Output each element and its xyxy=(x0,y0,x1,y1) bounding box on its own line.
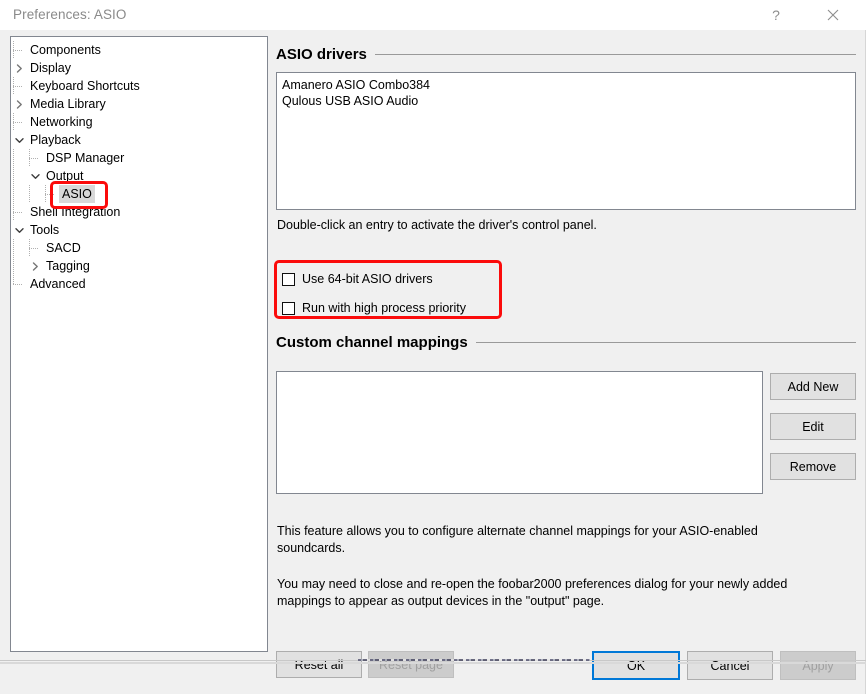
sidebar-item-label: Networking xyxy=(27,113,96,131)
sidebar-item-label: Keyboard Shortcuts xyxy=(27,77,143,95)
window-title: Preferences: ASIO xyxy=(13,7,127,22)
run-high-priority-checkbox-row[interactable]: Run with high process priority xyxy=(282,299,466,317)
use-64bit-asio-drivers-label: Use 64-bit ASIO drivers xyxy=(302,272,433,286)
run-high-priority-label: Run with high process priority xyxy=(302,301,466,315)
sidebar-item-networking[interactable]: Networking xyxy=(11,113,267,131)
asio-drivers-title: ASIO drivers xyxy=(276,46,375,63)
sidebar-item-label: Playback xyxy=(27,131,84,149)
chevron-right-icon[interactable] xyxy=(27,257,43,275)
group-divider-line xyxy=(476,342,856,343)
tree-node-connector-icon xyxy=(27,239,43,257)
sidebar-item-label: DSP Manager xyxy=(43,149,127,167)
tree-indent-guide xyxy=(11,257,27,275)
background-window-artifact xyxy=(0,659,866,664)
tree-node-connector-icon xyxy=(11,41,27,59)
chevron-down-icon[interactable] xyxy=(27,167,43,185)
custom-channel-mappings-group-header: Custom channel mappings xyxy=(276,332,856,352)
sidebar-item-media-library[interactable]: Media Library xyxy=(11,95,267,113)
preferences-category-tree[interactable]: ComponentsDisplayKeyboard ShortcutsMedia… xyxy=(10,36,268,652)
apply-button: Apply xyxy=(780,651,856,680)
asio-driver-list-item[interactable]: Qulous USB ASIO Audio xyxy=(277,93,855,109)
custom-channel-mappings-list[interactable] xyxy=(276,371,763,494)
reset-all-button[interactable]: Reset all xyxy=(276,651,362,678)
tree-indent-guide xyxy=(11,149,27,167)
asio-drivers-hint-text: Double-click an entry to activate the dr… xyxy=(277,217,837,234)
sidebar-item-keyboard-shortcuts[interactable]: Keyboard Shortcuts xyxy=(11,77,267,95)
sidebar-item-label: Components xyxy=(27,41,104,59)
sidebar-item-label: Shell Integration xyxy=(27,203,123,221)
sidebar-item-label: Tools xyxy=(27,221,62,239)
custom-channel-mappings-title: Custom channel mappings xyxy=(276,334,476,351)
tree-node-connector-icon xyxy=(11,77,27,95)
cancel-button[interactable]: Cancel xyxy=(687,651,773,680)
sidebar-item-dsp-manager[interactable]: DSP Manager xyxy=(11,149,267,167)
ok-button[interactable]: OK xyxy=(592,651,680,680)
sidebar-item-label: Display xyxy=(27,59,74,77)
group-divider-line xyxy=(375,54,856,55)
sidebar-item-components[interactable]: Components xyxy=(11,41,267,59)
help-icon[interactable]: ? xyxy=(753,0,799,30)
sidebar-item-advanced[interactable]: Advanced xyxy=(11,275,267,293)
chevron-right-icon[interactable] xyxy=(11,59,27,77)
tree-node-connector-icon xyxy=(27,149,43,167)
asio-driver-list-item[interactable]: Amanero ASIO Combo384 xyxy=(277,77,855,93)
preferences-dialog-body: ComponentsDisplayKeyboard ShortcutsMedia… xyxy=(0,30,866,664)
sidebar-item-label: SACD xyxy=(43,239,84,257)
mappings-description-1: This feature allows you to configure alt… xyxy=(277,523,789,557)
remove-button[interactable]: Remove xyxy=(770,453,856,480)
sidebar-item-tools[interactable]: Tools xyxy=(11,221,267,239)
sidebar-item-output[interactable]: Output xyxy=(11,167,267,185)
tree-node-connector-icon xyxy=(11,203,27,221)
sidebar-item-tagging[interactable]: Tagging xyxy=(11,257,267,275)
edit-button[interactable]: Edit xyxy=(770,413,856,440)
sidebar-item-display[interactable]: Display xyxy=(11,59,267,77)
sidebar-item-playback[interactable]: Playback xyxy=(11,131,267,149)
tree-indent-guide xyxy=(11,167,27,185)
asio-drivers-list[interactable]: Amanero ASIO Combo384Qulous USB ASIO Aud… xyxy=(276,72,856,210)
sidebar-item-sacd[interactable]: SACD xyxy=(11,239,267,257)
use-64bit-asio-drivers-checkbox-row[interactable]: Use 64-bit ASIO drivers xyxy=(282,270,433,288)
tree-node-connector-icon xyxy=(11,275,27,293)
chevron-down-icon[interactable] xyxy=(11,221,27,239)
sidebar-item-label: Advanced xyxy=(27,275,89,293)
tree-indent-guide xyxy=(27,185,43,203)
window-title-bar: Preferences: ASIO ? xyxy=(0,0,866,31)
asio-settings-pane: ASIO drivers Amanero ASIO Combo384Qulous… xyxy=(276,36,856,652)
tree-node-connector-icon xyxy=(43,185,59,203)
sidebar-item-label: Output xyxy=(43,167,87,185)
sidebar-item-asio[interactable]: ASIO xyxy=(11,185,267,203)
reset-page-button: Reset page xyxy=(368,651,454,678)
close-icon[interactable] xyxy=(810,0,856,30)
sidebar-item-label: ASIO xyxy=(59,185,95,203)
sidebar-item-shell-integration[interactable]: Shell Integration xyxy=(11,203,267,221)
mappings-description-2: You may need to close and re-open the fo… xyxy=(277,576,789,610)
sidebar-item-label: Tagging xyxy=(43,257,93,275)
use-64bit-asio-drivers-checkbox[interactable] xyxy=(282,273,295,286)
tree-indent-guide xyxy=(11,185,27,203)
sidebar-item-label: Media Library xyxy=(27,95,109,113)
add-new-button[interactable]: Add New xyxy=(770,373,856,400)
run-high-priority-checkbox[interactable] xyxy=(282,302,295,315)
tree-node-connector-icon xyxy=(11,113,27,131)
chevron-down-icon[interactable] xyxy=(11,131,27,149)
asio-drivers-group-header: ASIO drivers xyxy=(276,44,856,64)
tree-indent-guide xyxy=(11,239,27,257)
chevron-right-icon[interactable] xyxy=(11,95,27,113)
